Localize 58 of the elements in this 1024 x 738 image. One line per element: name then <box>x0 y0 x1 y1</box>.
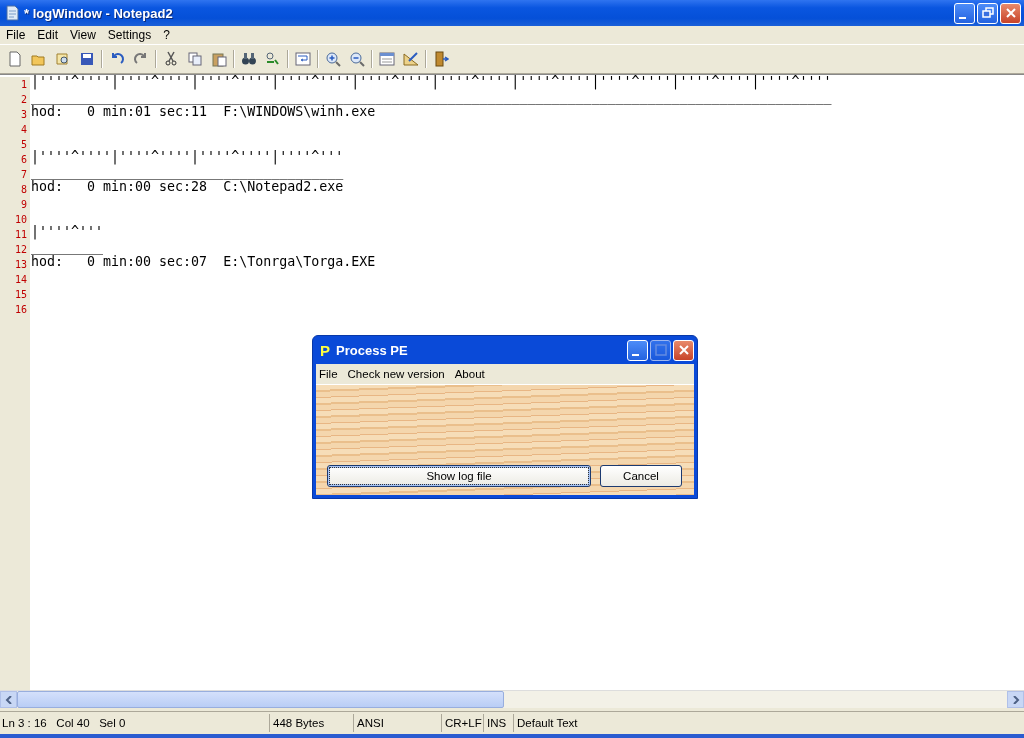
menu-item[interactable]: Check new version <box>344 368 449 380</box>
line-number: 3 <box>19 108 28 122</box>
close-button[interactable] <box>673 339 694 361</box>
line-number: 10 <box>13 213 28 227</box>
restore-button[interactable] <box>977 2 998 24</box>
cancel-button[interactable]: Cancel <box>600 465 682 487</box>
menu-item[interactable]: File <box>0 28 32 42</box>
show-log-button[interactable]: Show log file <box>327 465 591 487</box>
code-line: _______________________________________ <box>31 167 344 181</box>
close-button[interactable] <box>1000 2 1021 24</box>
minimize-button[interactable] <box>627 339 648 361</box>
line-number: 4 <box>19 123 28 137</box>
menu-item[interactable]: Settings <box>101 28 158 42</box>
scroll-left-button[interactable] <box>0 691 17 708</box>
menu-item[interactable]: File <box>316 368 342 380</box>
line-number: 1 <box>19 78 28 92</box>
maximize-icon <box>654 344 667 356</box>
line-number: 13 <box>13 258 28 272</box>
menu-item[interactable]: Edit <box>31 28 65 42</box>
status-field: INS <box>484 714 514 732</box>
line-number: 14 <box>13 273 28 287</box>
scroll-right-button[interactable] <box>1007 691 1024 708</box>
line-number: 5 <box>19 138 28 152</box>
code-line: |''''^''''|''''^''''|''''^''''|''''^''''|''''^''''|''''^''''|''''^''''|''''^''''|''''^''''|''''^'''' <box>31 77 832 92</box>
code-line: |''''^''' <box>31 227 104 242</box>
code-line: |''''^''''|''''^''''|''''^''''|''''^''' <box>31 152 344 167</box>
code-line: _________ <box>31 242 104 256</box>
app-logo: P <box>320 341 330 359</box>
line-number: 6 <box>19 153 28 167</box>
window-title: * logWindow - Notepad2 <box>24 5 174 21</box>
close-icon <box>677 344 690 356</box>
line-number: 11 <box>13 228 28 242</box>
minimize-icon <box>632 354 639 356</box>
status-field: ANSI <box>354 714 442 732</box>
status-field: CR+LF <box>442 714 484 732</box>
line-number: 2 <box>19 93 28 107</box>
scrollbar-thumb[interactable] <box>17 691 504 708</box>
notepad-icon <box>5 5 19 21</box>
status-field: 448 Bytes <box>270 714 354 732</box>
line-number: 12 <box>13 243 28 257</box>
menu-item[interactable]: About <box>451 368 489 380</box>
horizontal-scrollbar[interactable] <box>0 690 1024 708</box>
maximize-button[interactable] <box>650 339 671 361</box>
status-field: Ln 3 : 16 Col 40 Sel 0 <box>0 714 270 732</box>
minimize-icon <box>959 17 966 19</box>
minimize-button[interactable] <box>954 2 975 24</box>
line-number: 15 <box>13 288 28 302</box>
menu-item[interactable]: View <box>64 28 102 42</box>
status-field: Default Text <box>514 714 580 732</box>
line-number: 16 <box>13 303 28 317</box>
code-line: ____________________________________________________________________________________________________ <box>31 92 832 106</box>
menu-item[interactable]: ? <box>157 28 176 42</box>
line-number: 7 <box>19 168 28 182</box>
restore-icon <box>981 7 994 19</box>
line-number: 9 <box>19 198 28 212</box>
close-icon <box>1004 7 1017 19</box>
dialog-title: Process PE <box>336 342 409 358</box>
line-number: 8 <box>19 183 28 197</box>
